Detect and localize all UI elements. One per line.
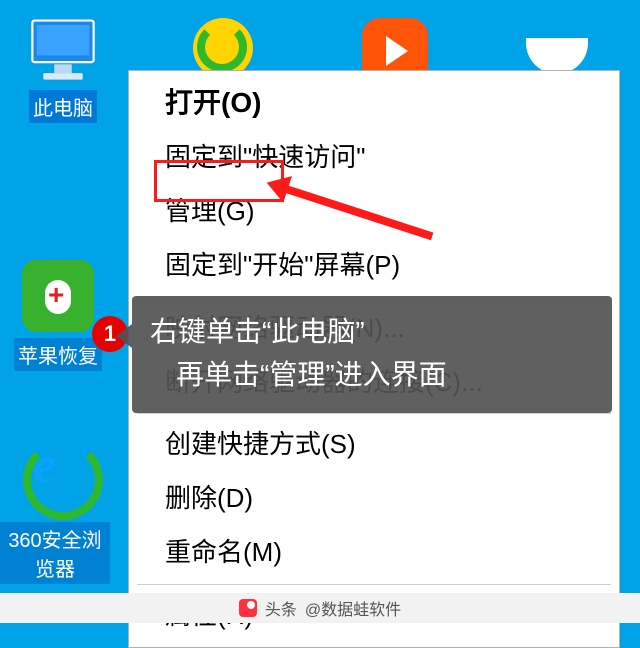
menu-item-manage[interactable]: 管理(G) [129,185,619,239]
desktop-icon-this-pc[interactable]: 此电脑 [18,14,108,123]
360-icon [193,18,253,78]
menu-separator [137,584,611,585]
360-browser-icon [15,436,95,516]
menu-item-rename[interactable]: 重命名(M) [129,526,619,580]
watermark-handle: @数据蛙软件 [305,596,401,620]
menu-item-create-shortcut[interactable]: 创建快捷方式(S) [129,418,619,472]
menu-separator [137,413,611,414]
desktop-icon-label: 苹果恢复 [14,338,102,371]
callout-line-1: 右键单击“此电脑” [150,310,594,353]
toutiao-logo-icon [239,599,257,617]
recovery-icon [22,260,94,332]
desktop-icon-360-browser[interactable]: 360安全浏览器 [0,436,110,584]
menu-item-delete[interactable]: 删除(D) [129,472,619,526]
watermark-footer: 头条 @数据蛙软件 [0,593,640,623]
desktop-icon-label: 360安全浏览器 [0,522,110,584]
menu-item-pin-quick-access[interactable]: 固定到"快速访问" [129,131,619,185]
this-pc-icon [28,14,98,84]
watermark-prefix: 头条 [265,596,297,620]
desktop-icon-apple-recovery[interactable]: 苹果恢复 [8,260,108,371]
instruction-callout: 右键单击“此电脑” 再单击“管理”进入界面 [132,296,612,413]
menu-item-open[interactable]: 打开(O) [129,75,619,131]
callout-line-2: 再单击“管理”进入界面 [150,353,594,396]
desktop-icon-label: 此电脑 [29,90,97,123]
menu-item-pin-start[interactable]: 固定到"开始"屏幕(P) [129,239,619,293]
